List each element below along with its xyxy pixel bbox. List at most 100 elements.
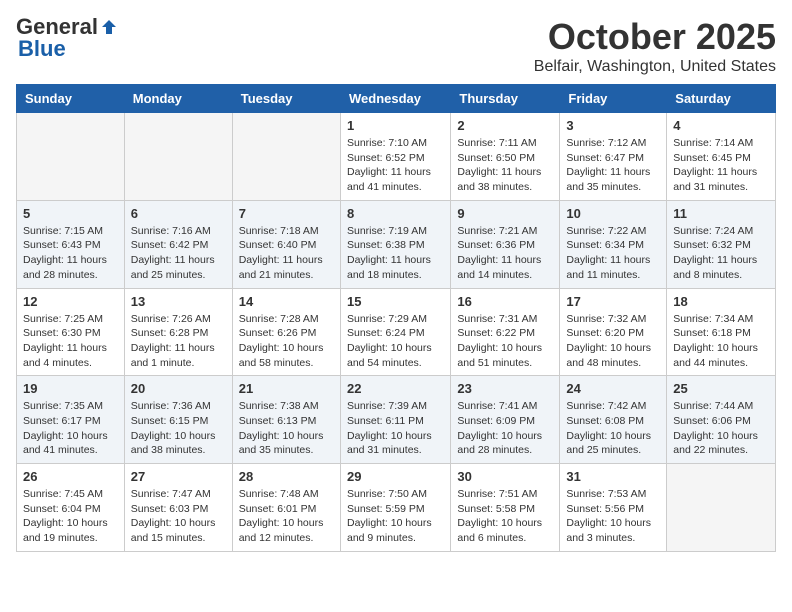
calendar-cell: 11 Sunrise: 7:24 AMSunset: 6:32 PMDayligh… xyxy=(667,200,776,288)
day-number: 5 xyxy=(23,206,118,221)
calendar-cell: 28 Sunrise: 7:48 AMSunset: 6:01 PMDayligh… xyxy=(232,464,340,552)
calendar-table: SundayMondayTuesdayWednesdayThursdayFrid… xyxy=(16,84,776,552)
calendar-cell: 3Sunrise: 7:12 AMSunset: 6:47 PMDaylight… xyxy=(560,113,667,201)
calendar-cell: 13Sunrise: 7:26 AMSunset: 6:28 PMDayligh… xyxy=(124,288,232,376)
day-number: 26 xyxy=(23,469,118,484)
calendar-cell xyxy=(17,113,125,201)
calendar-week-row: 19Sunrise: 7:35 AMSunset: 6:17 PMDayligh… xyxy=(17,376,776,464)
calendar-cell: 25 Sunrise: 7:44 AMSunset: 6:06 PMDayligh… xyxy=(667,376,776,464)
day-info: Sunrise: 7:31 AMSunset: 6:22 PMDaylight:… xyxy=(457,312,553,371)
calendar-cell: 7Sunrise: 7:18 AMSunset: 6:40 PMDaylight… xyxy=(232,200,340,288)
day-info: Sunrise: 7:51 AMSunset: 5:58 PMDaylight:… xyxy=(457,487,553,546)
calendar-cell: 30 Sunrise: 7:51 AMSunset: 5:58 PMDayligh… xyxy=(451,464,560,552)
day-number: 8 xyxy=(347,206,444,221)
day-info: Sunrise: 7:48 AMSunset: 6:01 PMDaylight:… xyxy=(239,487,334,546)
calendar-week-row: 12 Sunrise: 7:25 AMSunset: 6:30 PMDayligh… xyxy=(17,288,776,376)
calendar-cell: 4 Sunrise: 7:14 AMSunset: 6:45 PMDaylight… xyxy=(667,113,776,201)
day-number: 3 xyxy=(566,118,660,133)
day-info: Sunrise: 7:44 AMSunset: 6:06 PMDaylight:… xyxy=(673,399,769,458)
calendar-cell: 21Sunrise: 7:38 AMSunset: 6:13 PMDayligh… xyxy=(232,376,340,464)
day-info: Sunrise: 7:14 AMSunset: 6:45 PMDaylight:… xyxy=(673,136,769,195)
day-number: 19 xyxy=(23,381,118,396)
day-number: 30 xyxy=(457,469,553,484)
calendar-cell: 26 Sunrise: 7:45 AMSunset: 6:04 PMDayligh… xyxy=(17,464,125,552)
logo: General Blue xyxy=(16,16,118,60)
calendar-cell: 24 Sunrise: 7:42 AMSunset: 6:08 PMDayligh… xyxy=(560,376,667,464)
month-title: October 2025 xyxy=(534,16,776,58)
calendar-cell xyxy=(667,464,776,552)
weekday-header: Wednesday xyxy=(340,85,450,113)
calendar-cell: 9Sunrise: 7:21 AMSunset: 6:36 PMDaylight… xyxy=(451,200,560,288)
day-number: 7 xyxy=(239,206,334,221)
logo-general: General xyxy=(16,16,98,38)
day-info: Sunrise: 7:38 AMSunset: 6:13 PMDaylight:… xyxy=(239,399,334,458)
calendar-cell: 19Sunrise: 7:35 AMSunset: 6:17 PMDayligh… xyxy=(17,376,125,464)
weekday-header: Sunday xyxy=(17,85,125,113)
day-info: Sunrise: 7:41 AMSunset: 6:09 PMDaylight:… xyxy=(457,399,553,458)
calendar-cell: 6Sunrise: 7:16 AMSunset: 6:42 PMDaylight… xyxy=(124,200,232,288)
day-number: 18 xyxy=(673,294,769,309)
weekday-header: Friday xyxy=(560,85,667,113)
day-info: Sunrise: 7:50 AMSunset: 5:59 PMDaylight:… xyxy=(347,487,444,546)
calendar-week-row: 26 Sunrise: 7:45 AMSunset: 6:04 PMDayligh… xyxy=(17,464,776,552)
day-number: 13 xyxy=(131,294,226,309)
day-number: 20 xyxy=(131,381,226,396)
day-number: 16 xyxy=(457,294,553,309)
logo-icon xyxy=(100,18,118,36)
calendar-cell: 10 Sunrise: 7:22 AMSunset: 6:34 PMDayligh… xyxy=(560,200,667,288)
calendar-cell: 1 Sunrise: 7:10 AMSunset: 6:52 PMDaylight… xyxy=(340,113,450,201)
calendar-cell: 12 Sunrise: 7:25 AMSunset: 6:30 PMDayligh… xyxy=(17,288,125,376)
calendar-cell: 16 Sunrise: 7:31 AMSunset: 6:22 PMDayligh… xyxy=(451,288,560,376)
calendar-cell: 29Sunrise: 7:50 AMSunset: 5:59 PMDayligh… xyxy=(340,464,450,552)
day-number: 23 xyxy=(457,381,553,396)
day-number: 4 xyxy=(673,118,769,133)
calendar-cell: 8 Sunrise: 7:19 AMSunset: 6:38 PMDaylight… xyxy=(340,200,450,288)
day-info: Sunrise: 7:42 AMSunset: 6:08 PMDaylight:… xyxy=(566,399,660,458)
day-info: Sunrise: 7:36 AMSunset: 6:15 PMDaylight:… xyxy=(131,399,226,458)
day-number: 28 xyxy=(239,469,334,484)
day-number: 11 xyxy=(673,206,769,221)
day-number: 31 xyxy=(566,469,660,484)
day-info: Sunrise: 7:53 AMSunset: 5:56 PMDaylight:… xyxy=(566,487,660,546)
calendar-cell: 31 Sunrise: 7:53 AMSunset: 5:56 PMDayligh… xyxy=(560,464,667,552)
day-number: 6 xyxy=(131,206,226,221)
day-info: Sunrise: 7:29 AMSunset: 6:24 PMDaylight:… xyxy=(347,312,444,371)
day-number: 17 xyxy=(566,294,660,309)
calendar-header-row: SundayMondayTuesdayWednesdayThursdayFrid… xyxy=(17,85,776,113)
day-info: Sunrise: 7:32 AMSunset: 6:20 PMDaylight:… xyxy=(566,312,660,371)
title-area: October 2025 Belfair, Washington, United… xyxy=(534,16,776,76)
calendar-cell: 14 Sunrise: 7:28 AMSunset: 6:26 PMDayligh… xyxy=(232,288,340,376)
day-number: 27 xyxy=(131,469,226,484)
day-info: Sunrise: 7:25 AMSunset: 6:30 PMDaylight:… xyxy=(23,312,118,371)
day-info: Sunrise: 7:34 AMSunset: 6:18 PMDaylight:… xyxy=(673,312,769,371)
calendar-cell: 17 Sunrise: 7:32 AMSunset: 6:20 PMDayligh… xyxy=(560,288,667,376)
day-info: Sunrise: 7:15 AMSunset: 6:43 PMDaylight:… xyxy=(23,224,118,283)
day-info: Sunrise: 7:22 AMSunset: 6:34 PMDaylight:… xyxy=(566,224,660,283)
calendar-cell: 5 Sunrise: 7:15 AMSunset: 6:43 PMDaylight… xyxy=(17,200,125,288)
day-number: 22 xyxy=(347,381,444,396)
day-number: 15 xyxy=(347,294,444,309)
calendar-cell: 18 Sunrise: 7:34 AMSunset: 6:18 PMDayligh… xyxy=(667,288,776,376)
day-info: Sunrise: 7:45 AMSunset: 6:04 PMDaylight:… xyxy=(23,487,118,546)
day-info: Sunrise: 7:10 AMSunset: 6:52 PMDaylight:… xyxy=(347,136,444,195)
day-number: 24 xyxy=(566,381,660,396)
day-number: 9 xyxy=(457,206,553,221)
day-number: 10 xyxy=(566,206,660,221)
calendar-cell: 22Sunrise: 7:39 AMSunset: 6:11 PMDayligh… xyxy=(340,376,450,464)
logo-blue: Blue xyxy=(18,38,66,60)
day-number: 1 xyxy=(347,118,444,133)
calendar-cell: 23 Sunrise: 7:41 AMSunset: 6:09 PMDayligh… xyxy=(451,376,560,464)
calendar-cell: 27Sunrise: 7:47 AMSunset: 6:03 PMDayligh… xyxy=(124,464,232,552)
weekday-header: Thursday xyxy=(451,85,560,113)
day-number: 14 xyxy=(239,294,334,309)
weekday-header: Monday xyxy=(124,85,232,113)
day-number: 25 xyxy=(673,381,769,396)
calendar-cell: 2 Sunrise: 7:11 AMSunset: 6:50 PMDaylight… xyxy=(451,113,560,201)
day-number: 12 xyxy=(23,294,118,309)
day-number: 2 xyxy=(457,118,553,133)
day-info: Sunrise: 7:19 AMSunset: 6:38 PMDaylight:… xyxy=(347,224,444,283)
day-info: Sunrise: 7:24 AMSunset: 6:32 PMDaylight:… xyxy=(673,224,769,283)
location-title: Belfair, Washington, United States xyxy=(534,58,776,76)
day-info: Sunrise: 7:28 AMSunset: 6:26 PMDaylight:… xyxy=(239,312,334,371)
day-info: Sunrise: 7:11 AMSunset: 6:50 PMDaylight:… xyxy=(457,136,553,195)
